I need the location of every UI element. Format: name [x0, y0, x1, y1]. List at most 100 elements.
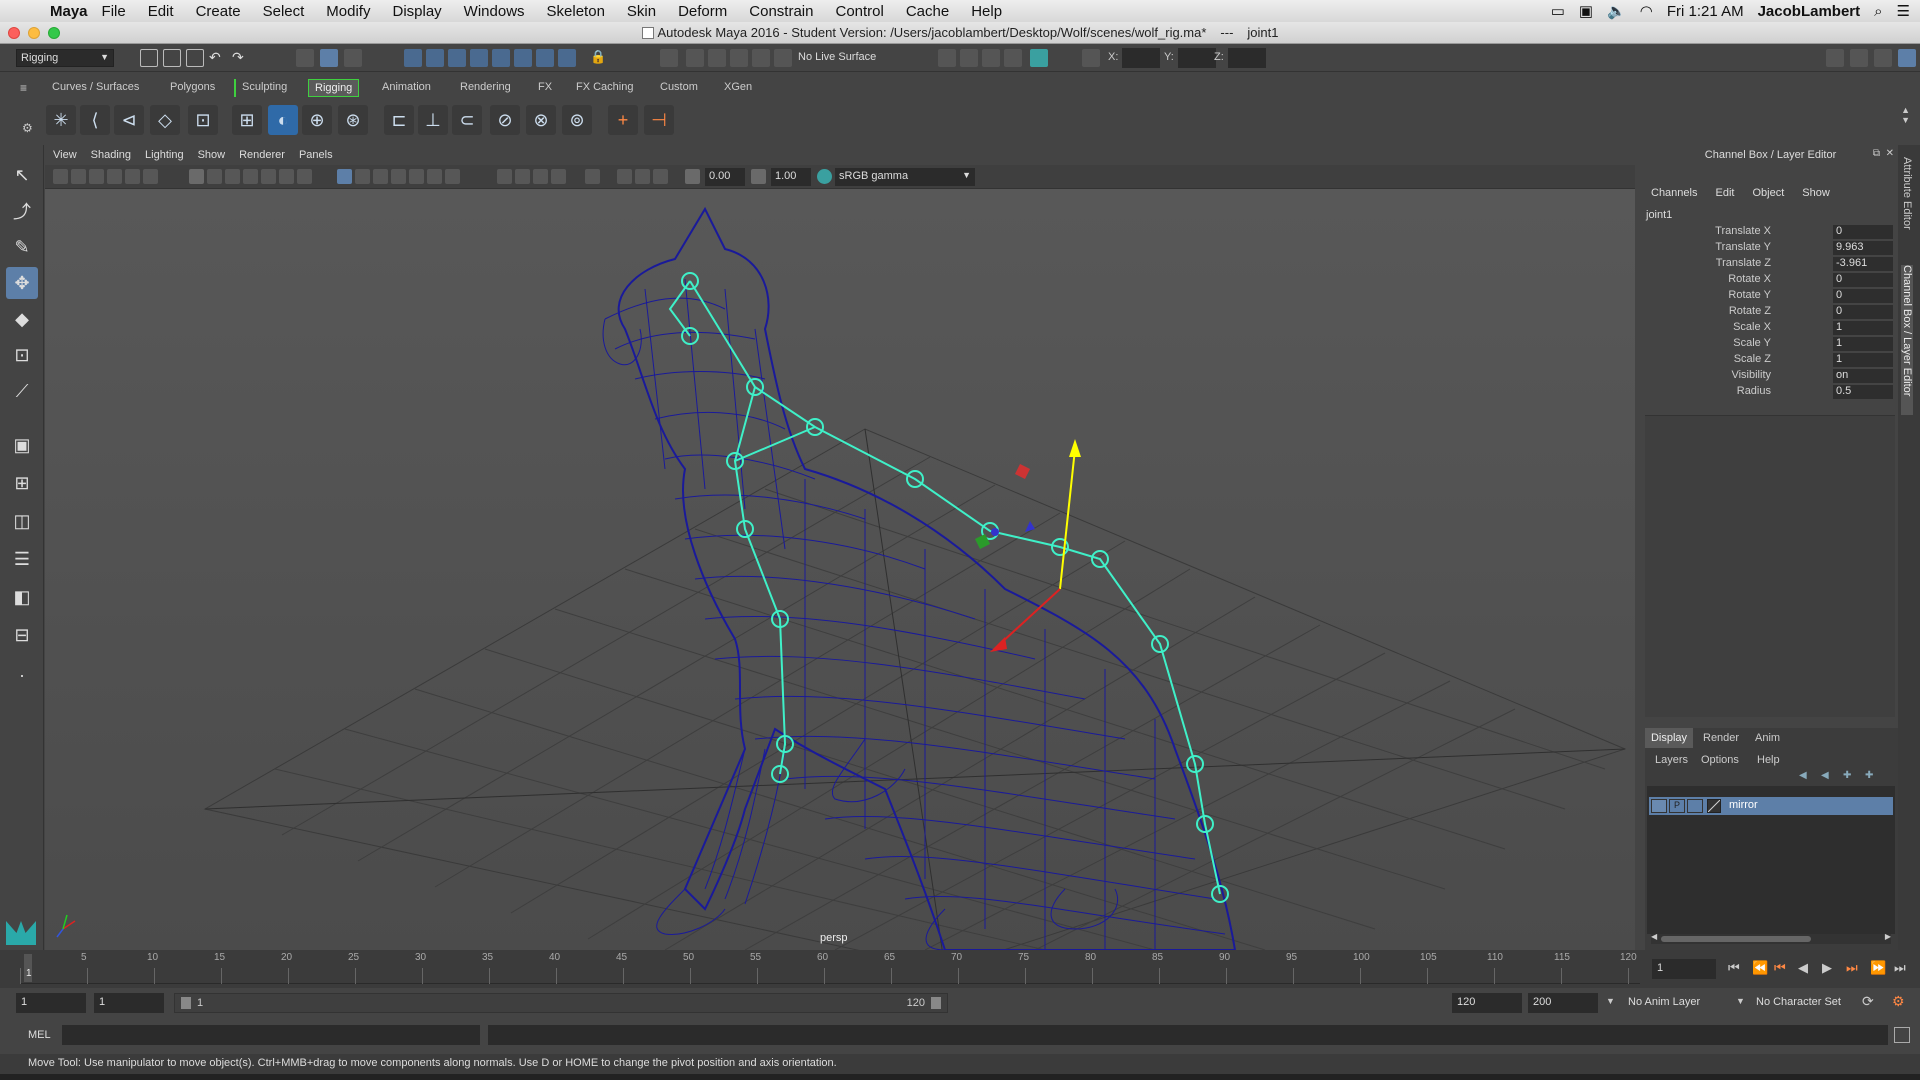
- scroll-thumb[interactable]: [1661, 936, 1811, 942]
- cb-menu-edit[interactable]: Edit: [1715, 187, 1734, 203]
- character-set-chevron-icon[interactable]: ▼: [1736, 996, 1745, 1006]
- gamma-field[interactable]: 1.00: [771, 168, 811, 186]
- shelf-tab-animation[interactable]: Animation: [376, 79, 437, 97]
- layer-display-type-toggle[interactable]: [1687, 799, 1703, 813]
- ipr-render-icon[interactable]: [960, 49, 978, 67]
- rotate-tool-icon[interactable]: ◆: [6, 303, 38, 335]
- shelf-tab-custom[interactable]: Custom: [654, 79, 704, 97]
- menu-constrain[interactable]: Constrain: [749, 3, 813, 20]
- resolution-gate-icon[interactable]: [225, 169, 240, 184]
- attr-value[interactable]: 9.963: [1833, 241, 1893, 255]
- lasso-tool-icon[interactable]: ⤴: [6, 195, 38, 227]
- view-transform-dropdown[interactable]: sRGB gamma ▼: [835, 168, 975, 186]
- shelf-tab-curves-surfaces[interactable]: Curves / Surfaces: [46, 79, 145, 97]
- go-to-start-icon[interactable]: ⏮: [1728, 960, 1740, 976]
- use-default-material-icon[interactable]: [373, 169, 388, 184]
- layer-row-mirror[interactable]: P mirror: [1649, 797, 1893, 815]
- anim-layer-dropdown[interactable]: No Anim Layer: [1628, 996, 1700, 1008]
- orient-joint-icon[interactable]: ⊡: [188, 105, 218, 135]
- layer-menu-options[interactable]: Options: [1701, 754, 1739, 766]
- parent-constraint-icon[interactable]: ⊣: [644, 105, 674, 135]
- attr-row-scale-z[interactable]: Scale Z 1: [1643, 353, 1898, 368]
- notification-center-icon[interactable]: ☰: [1897, 2, 1910, 20]
- joint-tool-icon[interactable]: ✳: [46, 105, 76, 135]
- attr-row-scale-x[interactable]: Scale X 1: [1643, 321, 1898, 336]
- xray-active-icon[interactable]: [635, 169, 650, 184]
- scale-tool-icon[interactable]: ⊡: [6, 339, 38, 371]
- layer-menu-help[interactable]: Help: [1757, 754, 1780, 766]
- manipulator-center[interactable]: [991, 528, 999, 536]
- manipulator-xz-plane[interactable]: [975, 534, 990, 549]
- anti-aliasing-icon[interactable]: [533, 169, 548, 184]
- attr-value[interactable]: 1: [1833, 337, 1893, 351]
- construction-history-icon[interactable]: [686, 49, 704, 67]
- display-icon[interactable]: ▣: [1579, 2, 1593, 20]
- play-backwards-icon[interactable]: ◀: [1798, 960, 1808, 976]
- live-surface-label[interactable]: No Live Surface: [798, 51, 876, 63]
- manipulator-x-plane[interactable]: [1015, 464, 1030, 479]
- redo-icon[interactable]: ↷: [232, 49, 250, 67]
- menu-windows[interactable]: Windows: [464, 3, 525, 20]
- safe-action-icon[interactable]: [279, 169, 294, 184]
- channel-box-node-name[interactable]: joint1: [1646, 209, 1672, 221]
- y-coordinate-field[interactable]: [1178, 48, 1216, 68]
- airplay-icon[interactable]: ▭: [1551, 2, 1565, 20]
- exposure-icon[interactable]: [685, 169, 700, 184]
- attr-row-scale-y[interactable]: Scale Y 1: [1643, 337, 1898, 352]
- bookmark-icon[interactable]: [89, 169, 104, 184]
- attr-value[interactable]: 1: [1833, 353, 1893, 367]
- hypershade-icon[interactable]: [1030, 49, 1048, 67]
- layer-horizontal-scrollbar[interactable]: ◀ ▶: [1651, 932, 1891, 944]
- snap-curve-icon[interactable]: [426, 49, 444, 67]
- auto-key-icon[interactable]: ⟳: [1862, 993, 1874, 1010]
- manipulator-y-arrow[interactable]: [1069, 439, 1081, 457]
- animation-preferences-icon[interactable]: ⚙: [1892, 993, 1905, 1010]
- shelf-tab-rendering[interactable]: Rendering: [454, 79, 517, 97]
- render-settings-icon[interactable]: [1004, 49, 1022, 67]
- ik-spline-icon[interactable]: ⊲: [114, 105, 144, 135]
- script-editor-icon[interactable]: [1894, 1027, 1910, 1043]
- hypershade-layout-icon[interactable]: ⊟: [6, 619, 38, 651]
- output-ops-icon[interactable]: [730, 49, 748, 67]
- snap-surface-icon[interactable]: [492, 49, 510, 67]
- close-window-button[interactable]: [8, 27, 20, 39]
- shelf-scroll-icon[interactable]: ▲ ▼: [1901, 105, 1910, 125]
- manipulator-y-axis[interactable]: [1059, 448, 1076, 590]
- modeling-toolkit-icon[interactable]: [1826, 49, 1844, 67]
- 3d-scene[interactable]: [45, 189, 1635, 970]
- time-slider[interactable]: 1 5 10 15 20 25 30 35 40 45 50 55 60 65 …: [0, 950, 1920, 988]
- gamma-icon[interactable]: [751, 169, 766, 184]
- animation-end-field[interactable]: 200: [1528, 993, 1598, 1013]
- side-tab-channel-box[interactable]: Channel Box / Layer Editor: [1901, 265, 1913, 415]
- lattice-icon[interactable]: ⊥: [418, 105, 448, 135]
- outliner-layout-icon[interactable]: ☰: [6, 543, 38, 575]
- gate-mask-icon[interactable]: [243, 169, 258, 184]
- zoom-window-button[interactable]: [48, 27, 60, 39]
- snap-point-icon[interactable]: [448, 49, 466, 67]
- attr-value[interactable]: 0: [1833, 273, 1893, 287]
- snap-center-icon[interactable]: [536, 49, 554, 67]
- select-camera-icon[interactable]: [53, 169, 68, 184]
- shelf-tab-sculpting[interactable]: Sculpting: [234, 79, 293, 97]
- wireframe-on-shaded-icon[interactable]: [391, 169, 406, 184]
- scroll-left-icon[interactable]: ◀: [1651, 932, 1657, 941]
- snap-midpoint-icon[interactable]: [558, 49, 576, 67]
- panel-menu-lighting[interactable]: Lighting: [145, 149, 184, 161]
- cluster-icon[interactable]: ⊏: [384, 105, 414, 135]
- manipulator-x-arrow[interactable]: [990, 637, 1007, 652]
- wireframe-toggle-icon[interactable]: [337, 169, 352, 184]
- new-scene-icon[interactable]: [140, 49, 158, 67]
- select-hierarchy-icon[interactable]: [296, 49, 314, 67]
- wire-deformer-icon[interactable]: ⊗: [526, 105, 556, 135]
- step-forward-key-icon[interactable]: ⏩: [1870, 960, 1886, 976]
- wrap-icon[interactable]: ⊂: [452, 105, 482, 135]
- panel-menu-view[interactable]: View: [53, 149, 77, 161]
- paint-weights-icon[interactable]: ⊛: [338, 105, 368, 135]
- panel-menu-renderer[interactable]: Renderer: [239, 149, 285, 161]
- animation-start-field[interactable]: 1: [16, 993, 86, 1013]
- menu-create[interactable]: Create: [196, 3, 241, 20]
- move-tool-icon[interactable]: ✥: [6, 267, 38, 299]
- shelf-settings-icon[interactable]: ⚙: [22, 121, 33, 135]
- history-icon[interactable]: [660, 49, 678, 67]
- xray-joints-icon[interactable]: [653, 169, 668, 184]
